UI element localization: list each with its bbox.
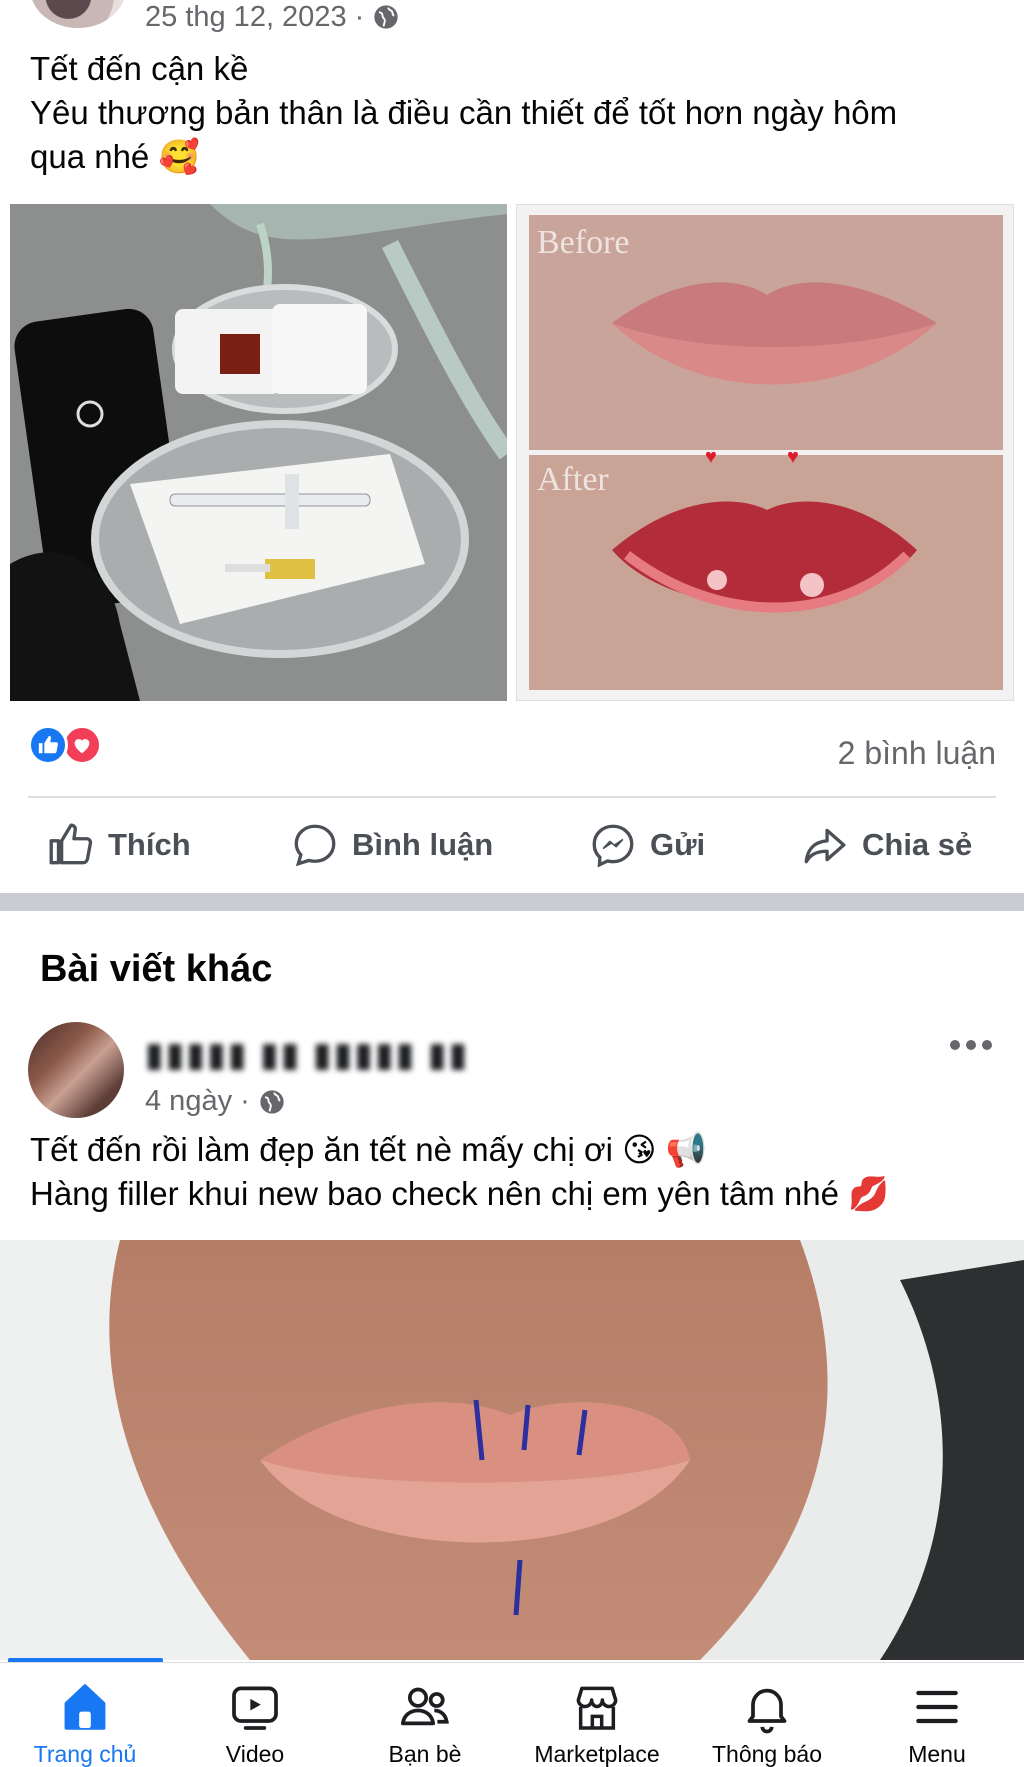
home-icon [64, 1684, 106, 1730]
nav-menu[interactable]: Menu [852, 1663, 1022, 1767]
thumbs-up-icon [49, 823, 93, 865]
friends-icon [400, 1687, 449, 1726]
post2-meta: 4 ngày · [145, 1085, 286, 1118]
love-reaction-icon [62, 725, 102, 765]
other-posts-title: Bài viết khác [40, 948, 273, 990]
post1-date[interactable]: 25 thg 12, 2023 [145, 0, 347, 34]
like-reaction-icon [28, 725, 68, 765]
messenger-icon [592, 824, 634, 868]
post1-photo-tray[interactable] [10, 204, 507, 701]
post1-text: Tết đến cận kề Yêu thương bản thân là đi… [30, 47, 1000, 179]
post1-text-line: qua nhé 🥰 [30, 138, 200, 175]
bell-icon [747, 1688, 787, 1734]
nav-friends[interactable]: Bạn bè [340, 1663, 510, 1767]
lips-before-after-photo: Before After ♥ ♥ [529, 215, 1003, 690]
send-label: Gửi [650, 827, 706, 862]
comment-count[interactable]: 2 bình luận [838, 735, 996, 772]
before-label: Before [537, 224, 630, 261]
like-button[interactable]: Thích [46, 810, 191, 880]
bottom-navigation: Trang chủ Video Bạn bè Marketplace Thông… [0, 1662, 1024, 1767]
like-label: Thích [108, 827, 191, 862]
nav-marketplace[interactable]: Marketplace [512, 1663, 682, 1767]
nav-video[interactable]: Video [170, 1663, 340, 1767]
nav-label: Thông báo [712, 1741, 822, 1767]
send-button[interactable]: Gửi [588, 810, 705, 880]
nav-notifications[interactable]: Thông báo [682, 1663, 852, 1767]
post1-media: Before After ♥ ♥ [10, 204, 1014, 701]
nav-label: Trang chủ [33, 1741, 137, 1767]
nav-label: Menu [908, 1741, 966, 1767]
nav-label: Marketplace [534, 1741, 660, 1767]
post2-text-line: Tết đến rồi làm đẹp ăn tết nè mấy chị ơi… [30, 1131, 707, 1168]
comment-icon [294, 824, 336, 867]
globe-icon [374, 5, 398, 29]
filler-tray-photo [10, 204, 507, 701]
comment-button[interactable]: Bình luận [290, 810, 493, 880]
lip-filler-marked-photo [0, 1240, 1024, 1660]
post2-text-line: Hàng filler khui new bao check nên chị e… [30, 1175, 890, 1212]
share-icon [804, 828, 846, 864]
after-label: After [537, 461, 609, 498]
marketplace-icon [576, 1686, 618, 1730]
post1-avatar[interactable] [30, 0, 126, 28]
reaction-summary: 2 bình luận [28, 725, 996, 775]
reaction-icons[interactable] [28, 725, 102, 765]
post2-text: Tết đến rồi làm đẹp ăn tết nè mấy chị ơi… [30, 1128, 1000, 1216]
comment-label: Bình luận [352, 827, 494, 862]
globe-icon [260, 1089, 284, 1114]
video-icon [232, 1686, 278, 1730]
nav-home[interactable]: Trang chủ [0, 1663, 170, 1767]
heart-mark-icon: ♥ [705, 446, 717, 468]
nav-label: Video [225, 1741, 285, 1767]
post2-author-name[interactable]: ▮▮▮▮▮ ▮▮ ▮▮▮▮▮ ▮▮ [145, 1035, 469, 1075]
divider [28, 796, 996, 798]
share-label: Chia sẻ [862, 827, 973, 862]
heart-mark-icon: ♥ [787, 446, 799, 468]
post1-text-line: Tết đến cận kề [30, 50, 249, 87]
share-button[interactable]: Chia sẻ [800, 810, 972, 880]
post2-photo[interactable] [0, 1240, 1024, 1660]
nav-label: Bạn bè [388, 1741, 462, 1767]
post2-time[interactable]: 4 ngày [145, 1085, 232, 1118]
section-separator [0, 893, 1024, 911]
post1-header: 25 thg 12, 2023 · [0, 0, 1024, 40]
more-options-icon[interactable] [950, 1035, 994, 1055]
post1-photo-before-after[interactable]: Before After ♥ ♥ [516, 204, 1014, 701]
post2-avatar[interactable] [28, 1022, 124, 1118]
post1-meta: 25 thg 12, 2023 · [145, 0, 400, 34]
post-action-bar: Thích Bình luận Gửi Chia sẻ [0, 810, 1024, 880]
post1-text-line: Yêu thương bản thân là điều cần thiết để… [30, 94, 898, 131]
menu-icon [916, 1690, 958, 1724]
